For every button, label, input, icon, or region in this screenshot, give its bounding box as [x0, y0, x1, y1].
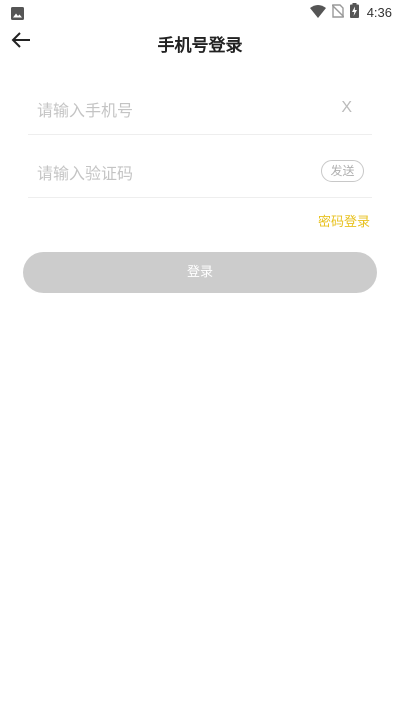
no-sim-icon [331, 3, 345, 22]
page-title: 手机号登录 [157, 36, 243, 56]
password-login-link[interactable]: 密码登录 [318, 211, 370, 230]
status-icons: 4:36 [309, 2, 392, 22]
verification-code-row: 发送 [28, 149, 372, 198]
clear-phone-button[interactable]: X [341, 99, 352, 117]
send-code-button[interactable]: 发送 [321, 160, 364, 182]
status-bar: 4:36 [0, 0, 400, 24]
image-icon [11, 5, 24, 20]
battery-charging-icon [349, 2, 359, 22]
phone-input[interactable] [37, 97, 307, 123]
status-time: 4:36 [366, 4, 392, 20]
wifi-icon [309, 3, 326, 22]
phone-row: X [28, 86, 372, 135]
login-button[interactable]: 登录 [23, 252, 377, 293]
verification-code-input[interactable] [37, 160, 307, 186]
app-header: 手机号登录 [0, 24, 400, 60]
